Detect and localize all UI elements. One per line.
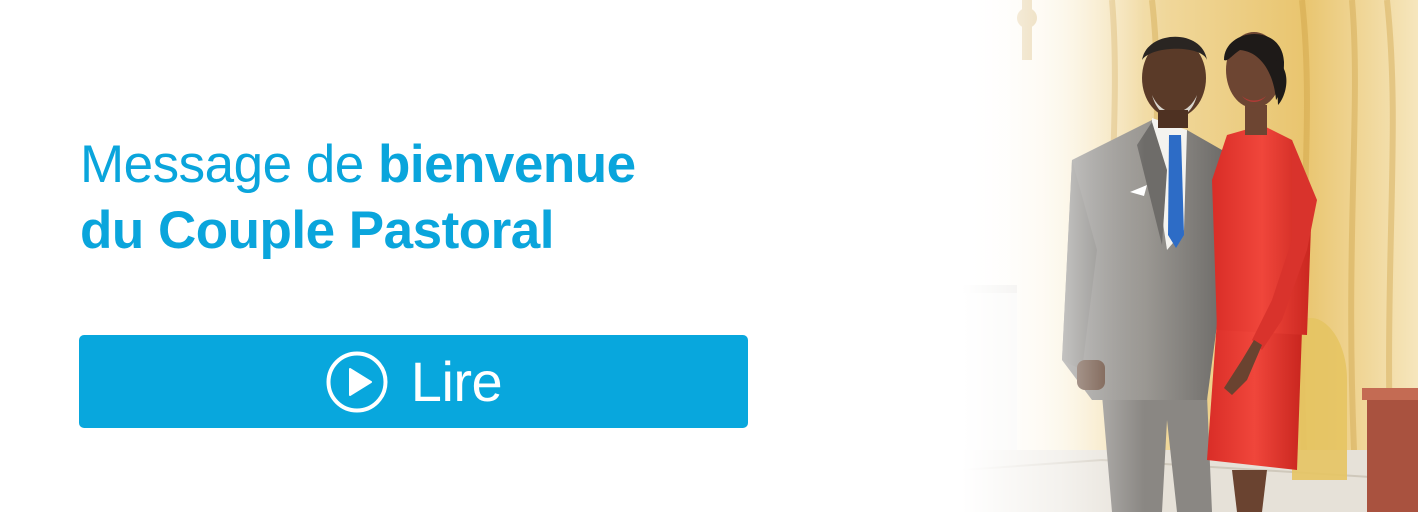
- headline-part-2: bienvenue: [377, 135, 636, 194]
- headline: Message de bienvenue du Couple Pastoral: [80, 132, 800, 264]
- headline-part-3: du Couple Pastoral: [80, 201, 554, 260]
- pastoral-couple-photo: [962, 0, 1418, 512]
- read-button-label: Lire: [410, 349, 503, 413]
- read-button[interactable]: Lire: [79, 335, 748, 428]
- headline-part-1: Message de: [80, 135, 378, 194]
- welcome-banner: Message de bienvenue du Couple Pastoral …: [0, 0, 1418, 512]
- play-circle-icon: [326, 351, 388, 412]
